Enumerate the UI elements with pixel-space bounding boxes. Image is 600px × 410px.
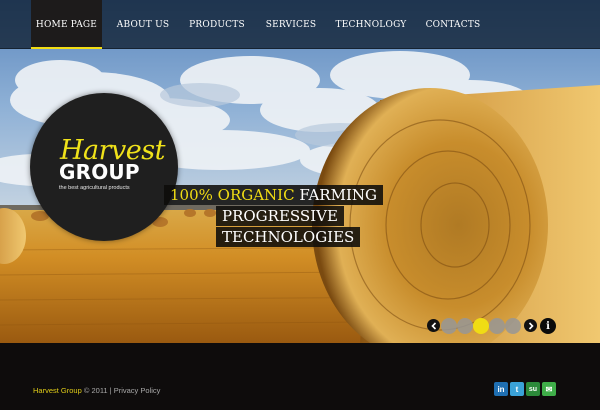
info-label: i (546, 320, 550, 332)
stumbleupon-icon[interactable]: su (526, 382, 540, 396)
privacy-policy-link[interactable]: Privacy Policy (114, 386, 161, 395)
nav-label: TECHNOLOGY (335, 19, 407, 30)
twitter-glyph: t (515, 384, 519, 394)
slogan-highlight: 100% ORGANIC (170, 186, 295, 204)
chevron-right-icon (528, 321, 534, 330)
main-nav: HOME PAGE ABOUT US PRODUCTS SERVICES TEC… (0, 0, 600, 49)
nav-item-products[interactable]: PRODUCTS (184, 0, 250, 49)
nav-item-contacts[interactable]: CONTACTS (421, 0, 485, 49)
slider-dot-2[interactable] (457, 318, 473, 334)
slider-next-button[interactable] (524, 319, 537, 332)
footer-brand: Harvest Group (33, 386, 82, 395)
footer-copyright-text: © 2011 | (81, 386, 114, 395)
slogan-line3-text: TECHNOLOGIES (222, 228, 355, 246)
slogan-line2-text: PROGRESSIVE (222, 207, 338, 225)
slider-dot-3[interactable] (473, 318, 489, 334)
slider-dot-1[interactable] (441, 318, 457, 334)
nav-label: ABOUT US (116, 19, 170, 30)
slogan-line-2: PROGRESSIVE (216, 206, 344, 226)
nav-label: HOME PAGE (35, 19, 98, 30)
slider-dot-4[interactable] (489, 318, 505, 334)
logo[interactable]: Harvest GROUP the best agricultural prod… (30, 93, 178, 241)
logo-name-second: GROUP (59, 160, 140, 184)
nav-item-about-us[interactable]: ABOUT US (113, 0, 173, 49)
logo-tagline: the best agricultural products (59, 185, 130, 191)
chevron-left-icon (430, 321, 436, 330)
slogan-line-1: 100% ORGANIC FARMING (164, 185, 383, 205)
stumbleupon-glyph: su (528, 385, 538, 393)
linkedin-icon[interactable]: in (494, 382, 508, 396)
twitter-icon[interactable]: t (510, 382, 524, 396)
chat-icon[interactable]: ✉ (542, 382, 556, 396)
nav-label: SERVICES (265, 19, 317, 30)
nav-item-technology[interactable]: TECHNOLOGY (332, 0, 410, 49)
linkedin-glyph: in (497, 384, 505, 394)
info-button[interactable]: i (540, 318, 556, 334)
nav-item-services[interactable]: SERVICES (260, 0, 322, 49)
slogan-line1-rest: FARMING (294, 186, 377, 204)
chat-glyph: ✉ (545, 384, 553, 394)
nav-label: PRODUCTS (189, 19, 245, 30)
footer: Harvest Group © 2011 | Privacy Policy (0, 343, 600, 410)
slider-prev-button[interactable] (427, 319, 440, 332)
nav-item-home-page[interactable]: HOME PAGE (31, 0, 102, 49)
nav-label: CONTACTS (425, 19, 481, 30)
slider-dot-5[interactable] (505, 318, 521, 334)
footer-copyright: Harvest Group © 2011 | Privacy Policy (33, 386, 160, 395)
slogan-line-3: TECHNOLOGIES (216, 227, 361, 247)
